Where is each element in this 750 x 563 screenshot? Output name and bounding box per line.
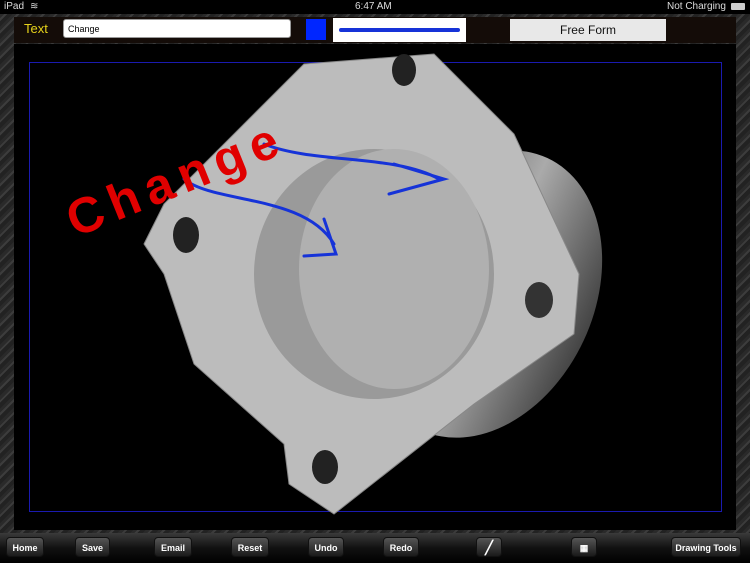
device-name: iPad (4, 1, 25, 12)
grid-icon[interactable]: ▦ (571, 537, 597, 557)
battery-status: Not Charging (667, 1, 726, 12)
undo-button[interactable]: Undo (308, 537, 344, 557)
save-button[interactable]: Save (75, 537, 110, 557)
bore-inner (299, 149, 489, 389)
bottom-toolbar: Home Save Email Reset Undo Redo ╱ ▦ Draw… (0, 533, 750, 563)
bolt-hole (312, 450, 338, 484)
text-toolbar: Text Change Free Form (14, 17, 736, 43)
color-swatch[interactable] (306, 19, 326, 40)
flange-model: Change (58, 53, 603, 515)
text-input[interactable]: Change (63, 19, 291, 38)
text-label: Text (24, 21, 48, 36)
stroke-preview (339, 28, 460, 32)
reset-button[interactable]: Reset (231, 537, 269, 557)
status-bar: iPad ≋ 6:47 AM Not Charging (0, 0, 750, 14)
email-button[interactable]: Email (154, 537, 192, 557)
battery-icon (731, 3, 745, 10)
bolt-hole (173, 217, 199, 253)
stroke-width-selector[interactable] (333, 18, 466, 42)
clock: 6:47 AM (355, 1, 392, 12)
drawing-canvas[interactable]: Change (14, 44, 736, 530)
drawing-tools-button[interactable]: Drawing Tools (671, 537, 741, 557)
bolt-hole (392, 54, 416, 86)
home-button[interactable]: Home (6, 537, 44, 557)
redo-button[interactable]: Redo (383, 537, 419, 557)
pen-icon[interactable]: ╱ (476, 537, 502, 557)
wifi-icon: ≋ (30, 1, 39, 12)
mode-button[interactable]: Free Form (510, 19, 666, 41)
bolt-hole (525, 282, 553, 318)
